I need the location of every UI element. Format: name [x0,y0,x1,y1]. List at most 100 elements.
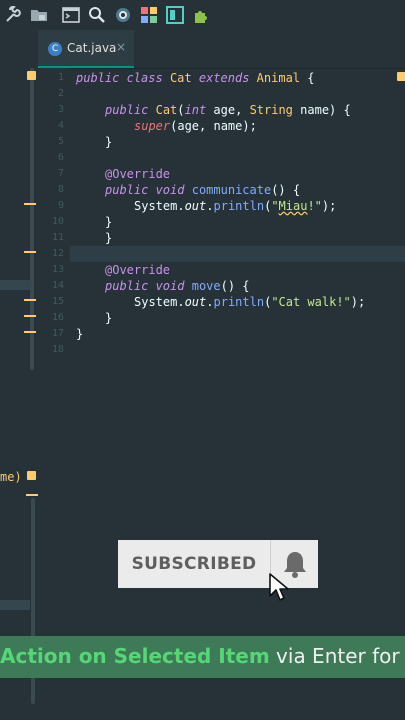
paren: ); [321,199,337,213]
change-marker [24,203,36,205]
banner-highlight: Action on Selected Item [0,644,270,668]
line-number: 9 [57,200,64,211]
code-line-16: } [105,310,112,326]
palette-icon[interactable] [140,6,158,24]
wrench-icon[interactable] [4,6,22,24]
line-number: 8 [57,184,64,195]
constructor-name: Cat [155,103,178,117]
param: name) { [292,103,351,117]
code-line-8: public void communicate() { [105,182,300,198]
line-number: 18 [51,344,64,355]
field: out [184,295,207,309]
param: age, [206,103,250,117]
panel-row-highlight [0,280,30,290]
code-line-13: @Override [105,262,170,278]
warning-marker [397,72,405,81]
code-line-15: System.out.println("Cat walk!"); [134,294,365,310]
search-icon[interactable] [88,6,106,24]
line-number: 15 [51,296,64,307]
left-panel: me) [0,68,40,720]
change-marker [24,331,36,333]
keyword: extends [198,71,250,85]
line-number: 5 [57,136,64,147]
java-class-icon: C [48,42,62,56]
keyword: public [105,103,149,117]
method-name: communicate [191,183,272,197]
line-number: 1 [57,72,64,83]
object: System. [134,295,185,309]
args: (age, name); [170,119,257,133]
change-marker [24,251,36,253]
folder-icon[interactable] [30,6,48,24]
circle-icon[interactable] [114,6,132,24]
tab-cat-java[interactable]: C Cat.java × [38,30,134,68]
object: System. [134,199,185,213]
line-number: 17 [51,328,64,339]
code-line-10: } [105,214,112,230]
plugin-icon[interactable] [192,6,210,24]
brace: } [105,231,113,245]
tab-label: Cat.java [67,41,117,55]
line-number: 11 [51,232,64,243]
brace: () { [220,279,250,293]
brace: } [105,135,113,149]
field: out [184,199,207,213]
hint-banner: Action on Selected Item via Enter for [0,636,405,678]
method-call: println [213,295,265,309]
brace: () { [271,183,301,197]
class-name: Cat [169,71,192,85]
toolbar [0,0,405,31]
panel-cut-text: me) [0,470,22,484]
line-number: 12 [51,248,64,259]
brace: } [105,311,113,325]
line-number: 10 [51,216,64,227]
code-line-1: public class Cat extends Animal { [76,70,314,86]
line-number: 7 [57,168,64,179]
line-number: 6 [57,152,64,163]
gutter-scrollbar[interactable] [30,68,34,370]
close-icon[interactable]: × [116,40,126,54]
line-number: 3 [57,104,64,115]
line-number: 2 [57,88,64,99]
annotation: @Override [105,263,171,277]
parent-class: Animal [256,71,301,85]
type: int [184,103,207,117]
editor-tab-bar: C Cat.java × [0,30,405,69]
dot: . [206,295,214,309]
code-line-7: @Override [105,166,170,182]
keyword: super [134,119,171,133]
change-marker [24,299,36,301]
string: !" [307,199,322,213]
brace: } [105,215,113,229]
annotation: @Override [105,167,171,181]
line-number: 4 [57,120,64,131]
layout-icon[interactable] [166,6,184,24]
mouse-cursor-icon [269,573,289,601]
line-number: 13 [51,264,64,275]
gutter: 1 2 3 4 5 6 7 8 9 10 11 12 13 14 15 16 1… [24,68,70,720]
code-line-11: } [105,230,112,246]
line-number: 14 [51,280,64,291]
code-line-17: } [76,326,83,342]
bookmark-marker [27,471,36,480]
line-number: 16 [51,312,64,323]
banner-rest: via Enter for [269,644,400,668]
subscribe-button[interactable]: SUBSCRIBED [118,540,270,588]
string: "Cat walk!" [271,295,351,309]
code-line-14: public void move() { [105,278,250,294]
code-editor[interactable]: public class Cat extends Animal { public… [70,68,405,720]
keyword: public void [105,279,185,293]
banner-text: Action on Selected Item via Enter for [0,644,400,668]
change-marker [24,315,36,317]
code-line-9: System.out.println("Miau!"); [134,198,336,214]
method-call: println [213,199,265,213]
code-line-3: public Cat(int age, String name) { [105,102,351,118]
brace: } [76,327,84,341]
keyword: public void [105,183,185,197]
code-line-5: } [105,134,112,150]
paren: ); [350,295,366,309]
dot: . [206,199,214,213]
terminal-icon[interactable] [62,6,80,24]
method-name: move [191,279,221,293]
change-marker [26,494,38,496]
